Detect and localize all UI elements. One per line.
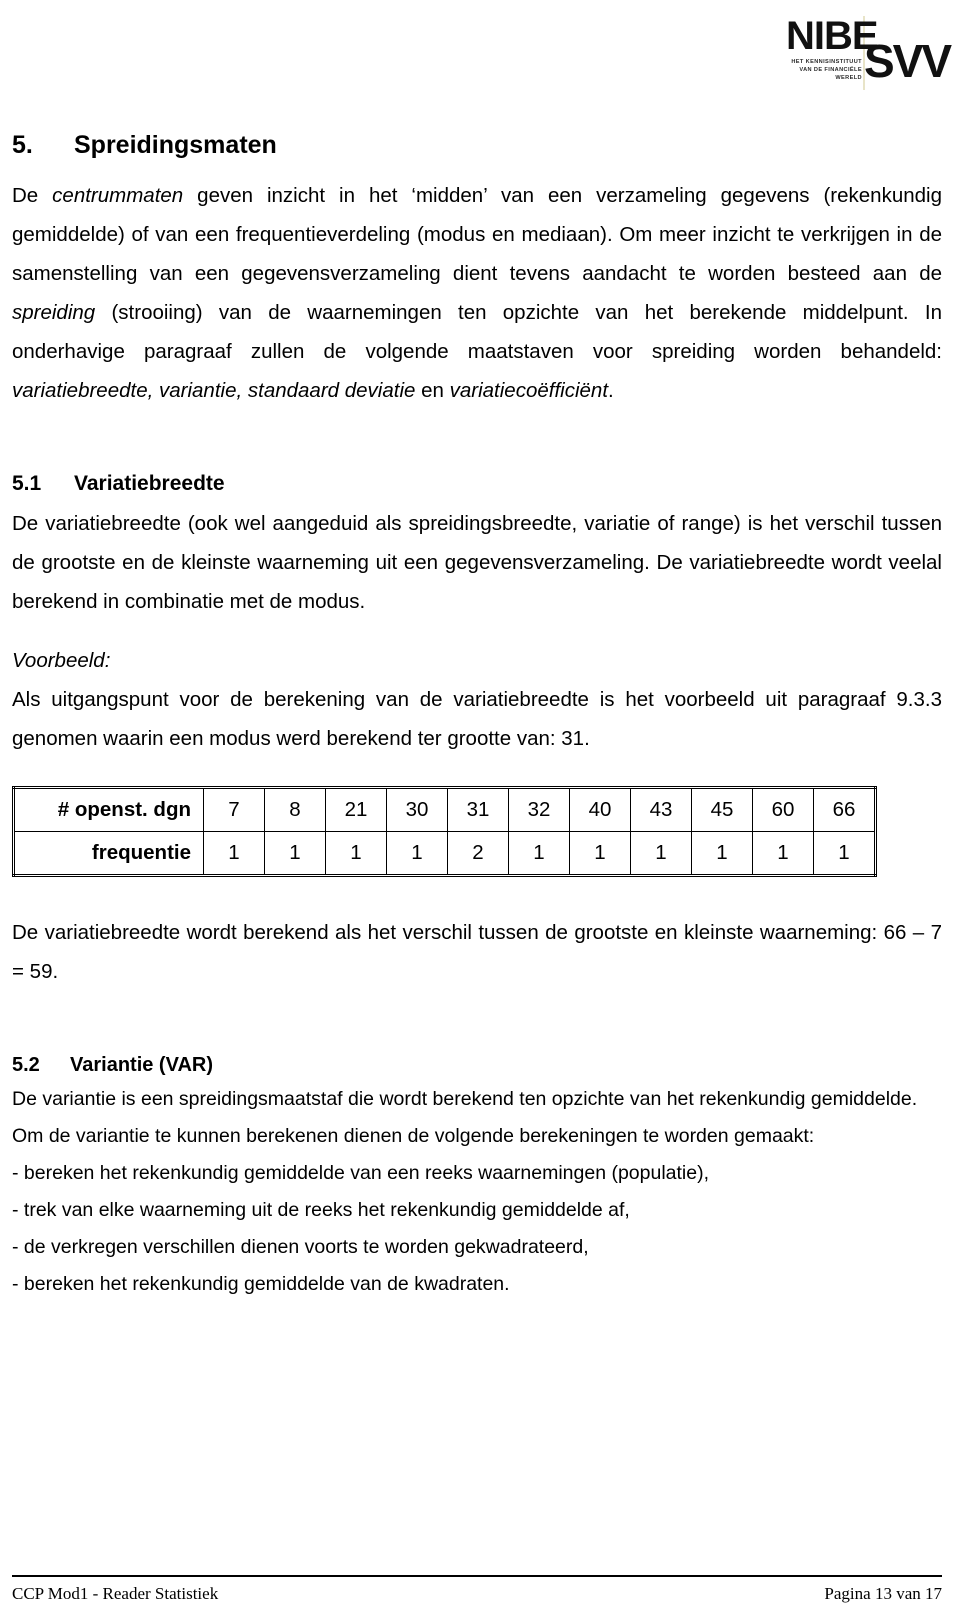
table-cell: 7 — [203, 787, 265, 832]
table-cell: 1 — [203, 831, 265, 876]
table-row-label-frequentie: frequentie — [13, 831, 204, 876]
spacer-before-table — [12, 758, 942, 778]
section-5-title: Spreidingsmaten — [74, 131, 277, 159]
table-cell: 45 — [691, 787, 753, 832]
list-item: - bereken het rekenkundig gemiddelde van… — [12, 1162, 710, 1184]
section-5-heading: 5. Spreidingsmaten — [12, 130, 942, 160]
table-cell: 1 — [813, 831, 876, 876]
list-item: - trek van elke waarneming uit de reeks … — [12, 1199, 630, 1221]
intro-italic-maatstaven: variatiebreedte, variantie, standaard de… — [12, 379, 416, 402]
logo-brand-svv: SVV — [864, 35, 952, 87]
page-header: NIBE SVV Het kennisinstituut van de fina… — [0, 0, 960, 118]
intro-text-4: en — [415, 379, 450, 402]
table-cell: 30 — [386, 787, 448, 832]
table-cell: 1 — [508, 831, 570, 876]
table-cell: 31 — [447, 787, 509, 832]
table-row: frequentie 1 1 1 1 2 1 1 1 1 1 1 — [13, 831, 876, 876]
table-cell: 1 — [325, 831, 387, 876]
spacer-after-table — [12, 877, 942, 913]
section-51-title: Variatiebreedte — [74, 472, 225, 495]
intro-italic-variatiecoefficient: variatiecoëfficiënt — [449, 379, 609, 402]
table-cell: 60 — [752, 787, 814, 832]
section-52-paragraph: De variantie is een spreidingsmaatstaf d… — [12, 1088, 918, 1147]
section-52-heading: 5.2 Variantie (VAR) — [12, 1051, 942, 1079]
section-51-heading: 5.1 Variatiebreedte — [12, 470, 942, 498]
page-footer: CCP Mod1 - Reader Statistiek Pagina 13 v… — [12, 1575, 942, 1605]
intro-text-3: (strooiing) van de waarnemingen ten opzi… — [12, 301, 942, 363]
spacer-after-intro — [12, 410, 942, 470]
frequency-table-container: # openst. dgn 7 8 21 30 31 32 40 43 45 6… — [12, 786, 942, 877]
table-cell: 1 — [752, 831, 814, 876]
section-5-number: 5. — [12, 131, 33, 159]
spacer-before-section-52 — [12, 991, 942, 1051]
example-label: Voorbeeld: — [12, 649, 111, 672]
footer-page-number: Pagina 13 van 17 — [824, 1584, 942, 1603]
section-5-intro-paragraph: De centrummaten geven inzicht in het ‘mi… — [12, 176, 942, 410]
table-cell: 21 — [325, 787, 387, 832]
intro-italic-spreiding: spreiding — [12, 301, 96, 324]
table-cell: 43 — [630, 787, 692, 832]
table-cell: 8 — [264, 787, 326, 832]
frequency-table: # openst. dgn 7 8 21 30 31 32 40 43 45 6… — [12, 786, 877, 877]
spacer-before-example — [12, 621, 942, 641]
list-item: - bereken het rekenkundig gemiddelde van… — [12, 1273, 510, 1295]
table-cell: 1 — [569, 831, 631, 876]
table-cell: 32 — [508, 787, 570, 832]
footer-document-title: CCP Mod1 - Reader Statistiek — [12, 1584, 219, 1603]
table-cell: 1 — [691, 831, 753, 876]
intro-text-1: De — [12, 184, 53, 207]
table-cell: 1 — [264, 831, 326, 876]
section-51-number: 5.1 — [12, 472, 42, 495]
section-51-paragraph: De variatiebreedte (ook wel aangeduid al… — [12, 512, 942, 613]
table-cell: 40 — [569, 787, 631, 832]
list-item: - de verkregen verschillen dienen voorts… — [12, 1236, 589, 1258]
table-cell: 1 — [386, 831, 448, 876]
section-51-conclusion: De variatiebreedte wordt berekend als he… — [12, 921, 942, 983]
nibe-svv-logo: NIBE SVV Het kennisinstituut van de fina… — [768, 16, 952, 94]
table-row: # openst. dgn 7 8 21 30 31 32 40 43 45 6… — [13, 787, 876, 832]
logo-tagline: Het kennisinstituut van de financiële we… — [791, 59, 862, 81]
section-52-number: 5.2 — [12, 1054, 40, 1076]
table-row-label-openstaande-dagen: # openst. dgn — [13, 787, 204, 832]
variance-steps-list: - bereken het rekenkundig gemiddelde van… — [12, 1155, 942, 1303]
table-cell: 2 — [447, 831, 509, 876]
document-body: 5. Spreidingsmaten De centrummaten geven… — [12, 130, 942, 1303]
frequency-table-body: # openst. dgn 7 8 21 30 31 32 40 43 45 6… — [13, 787, 876, 876]
section-52-title: Variantie (VAR) — [70, 1054, 213, 1076]
table-cell: 66 — [813, 787, 876, 832]
intro-italic-centrummaten: centrummaten — [52, 184, 184, 207]
table-cell: 1 — [630, 831, 692, 876]
intro-text-5: . — [608, 379, 614, 402]
example-paragraph: Als uitgangspunt voor de berekening van … — [12, 688, 942, 750]
